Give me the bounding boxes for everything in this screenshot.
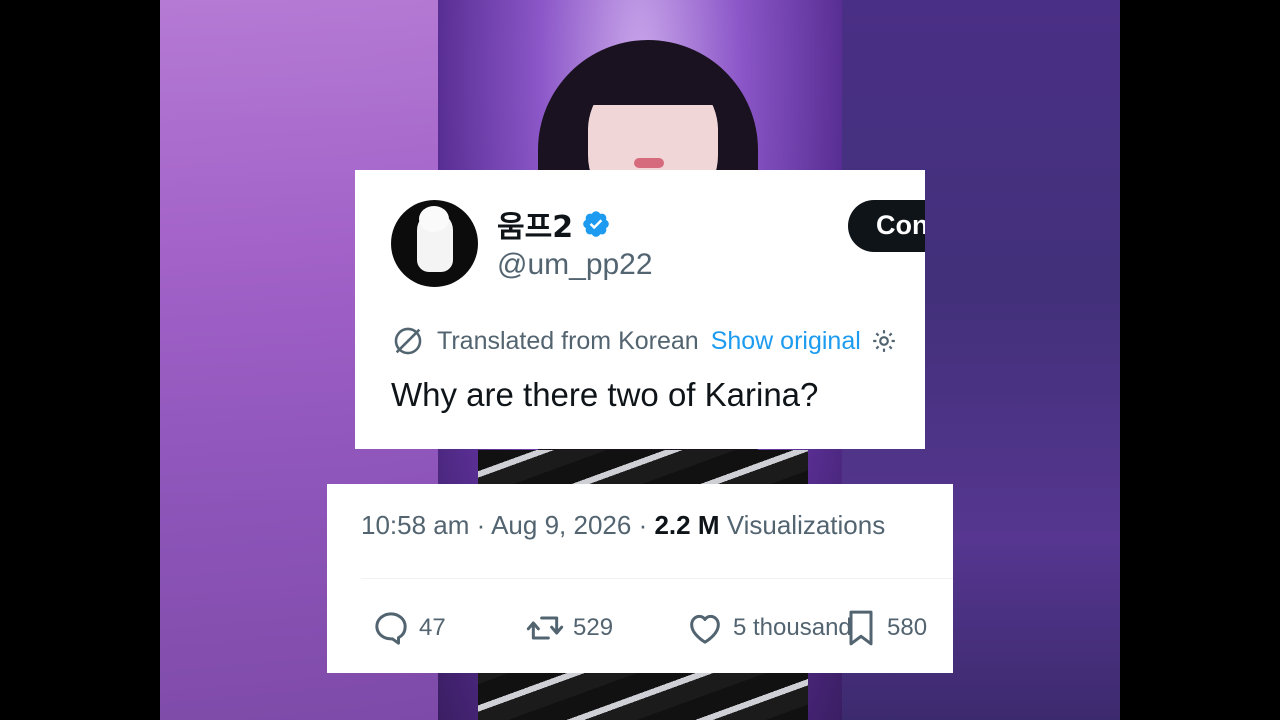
translation-row: Translated from Korean Show original <box>391 324 897 358</box>
person-bangs <box>578 60 728 105</box>
person-lips <box>634 158 664 168</box>
meta-separator: · <box>476 510 492 540</box>
like-count: 5 thousand <box>733 614 852 641</box>
translated-from-label: Translated from Korean <box>437 326 699 355</box>
like-button[interactable]: 5 thousand <box>685 608 852 648</box>
tweet-date[interactable]: Aug 9, 2026 <box>491 510 631 540</box>
follow-button[interactable]: Con <box>848 200 925 252</box>
bookmark-button[interactable]: 580 <box>843 608 927 648</box>
gear-icon[interactable] <box>871 328 897 354</box>
like-icon <box>690 614 720 644</box>
meta-separator: · <box>638 510 655 540</box>
reply-icon <box>375 612 407 645</box>
show-original-link[interactable]: Show original <box>711 327 861 356</box>
bookmark-count: 580 <box>887 614 928 641</box>
name-row: 움프2 <box>497 202 611 246</box>
avatar[interactable] <box>391 200 478 287</box>
retweet-count: 529 <box>573 614 614 641</box>
views-label: Visualizations <box>726 510 886 540</box>
divider <box>361 578 953 579</box>
tweet-meta-card: 10:58 am · Aug 9, 2026 · 2.2 M Visualiza… <box>327 484 953 673</box>
reply-button[interactable]: 47 <box>371 608 446 648</box>
tweet-text: Why are there two of Karina? <box>391 376 819 413</box>
user-handle[interactable]: @um_pp22 <box>497 248 653 282</box>
bookmark-icon <box>849 610 873 646</box>
tweet-time[interactable]: 10:58 am <box>361 510 469 540</box>
retweet-icon <box>526 616 564 640</box>
tweet-card: 움프2 @um_pp22 Con Translated from Korean … <box>355 170 925 449</box>
retweet-button[interactable]: 529 <box>525 608 613 648</box>
translate-icon <box>394 327 422 355</box>
avatar-dog-head <box>419 206 449 232</box>
reply-count: 47 <box>419 614 446 641</box>
display-name[interactable]: 움프2 <box>497 202 573 246</box>
views-count: 2.2 M <box>654 510 720 540</box>
verified-badge-icon <box>583 211 609 237</box>
tweet-meta-row: 10:58 am · Aug 9, 2026 · 2.2 M Visualiza… <box>361 510 885 541</box>
